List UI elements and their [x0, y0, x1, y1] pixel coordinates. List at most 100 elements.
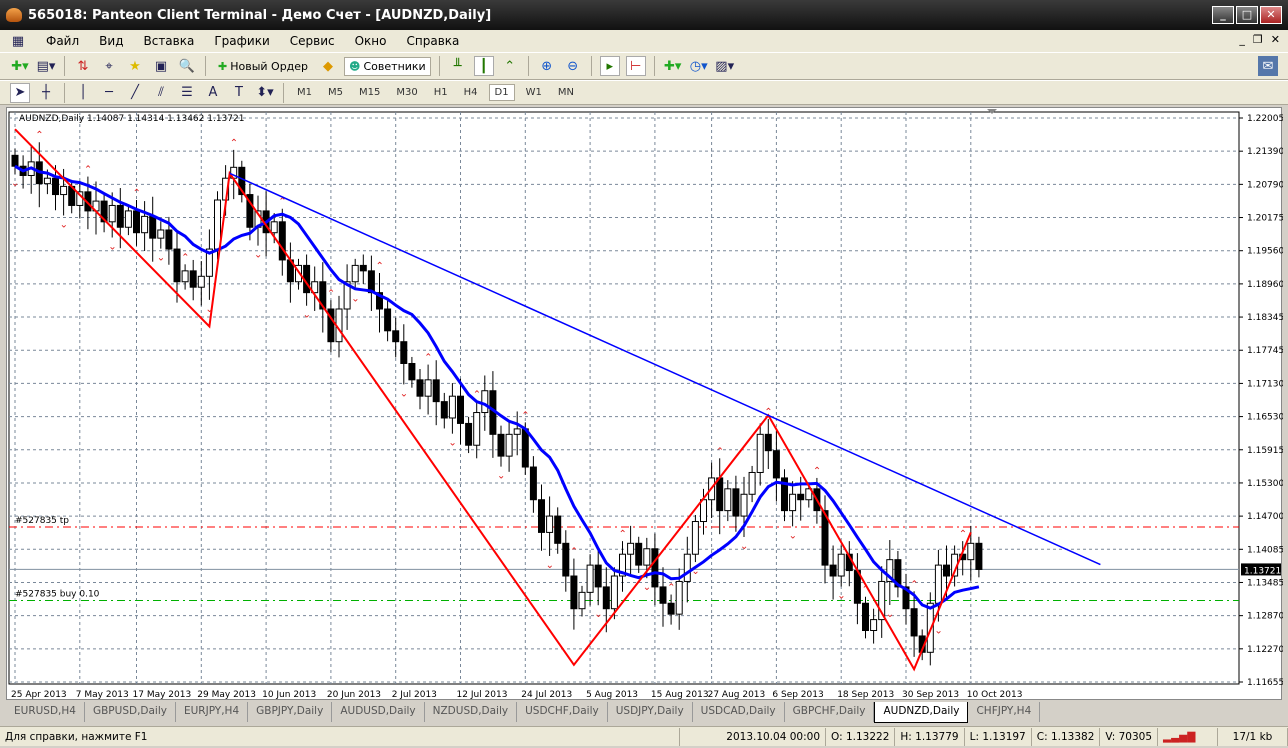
candle-bear: [862, 602, 869, 632]
zoom-out-icon[interactable]: ⊖: [563, 56, 583, 76]
timeframe-mn[interactable]: MN: [553, 85, 579, 100]
fractal-up-icon: ⌃: [376, 261, 384, 272]
chart-tab[interactable]: GBPCHF,Daily: [785, 702, 875, 722]
candle-bear: [359, 264, 367, 272]
status-time: 2013.10.04 00:00: [721, 727, 826, 746]
chart-tab[interactable]: AUDNZD,Daily: [874, 702, 969, 723]
equidistant-channel-icon[interactable]: ⫽: [151, 83, 171, 103]
crosshair-data-icon[interactable]: ⌖: [99, 56, 119, 76]
menu-window[interactable]: Окно: [353, 34, 389, 48]
x-tick-label: 15 Aug 2013: [651, 690, 709, 700]
vertical-line-icon[interactable]: │: [73, 83, 93, 103]
bar-chart-icon[interactable]: ╨: [448, 56, 468, 76]
candle-bull: [197, 275, 205, 288]
candle-bear: [538, 499, 545, 533]
new-order-icon: ✚: [218, 59, 228, 73]
mdi-close-button[interactable]: ✕: [1271, 33, 1280, 46]
timeframe-d1[interactable]: D1: [488, 84, 515, 101]
candle-bull: [756, 433, 764, 473]
chart-tab[interactable]: USDCHF,Daily: [517, 702, 608, 722]
menu-view[interactable]: Вид: [97, 34, 125, 48]
menu-insert[interactable]: Вставка: [141, 34, 196, 48]
candle-bear: [408, 362, 416, 381]
y-tick-label: 1.14700: [1247, 512, 1283, 522]
candle-bear: [497, 433, 505, 457]
menu-charts[interactable]: Графики: [212, 34, 271, 48]
tester-icon[interactable]: 🔍: [177, 56, 197, 76]
chart-tab[interactable]: USDCAD,Daily: [693, 702, 785, 722]
trendline-icon[interactable]: ╱: [125, 83, 145, 103]
experts-button[interactable]: ☻ Советники: [344, 56, 431, 76]
maximize-button[interactable]: □: [1236, 6, 1258, 24]
chart-tab[interactable]: GBPJPY,Daily: [248, 702, 333, 722]
candle-bear: [570, 575, 578, 610]
standard-toolbar: ✚▾ ▤▾ ⇅ ⌖ ★ ▣ 🔍 ✚ Новый Ордер ◆ ☻ Советник…: [0, 52, 1288, 80]
chart-tab[interactable]: AUDUSD,Daily: [332, 702, 425, 722]
candle-bear: [173, 248, 181, 283]
indicators-icon[interactable]: ✚▾: [663, 56, 683, 76]
y-tick-label: 1.14085: [1247, 545, 1283, 555]
timeframe-m15[interactable]: M15: [354, 85, 385, 100]
chart-tab[interactable]: EURJPY,H4: [176, 702, 249, 722]
periods-icon[interactable]: ◷▾: [689, 56, 709, 76]
navigator-icon[interactable]: ★: [125, 56, 145, 76]
fractal-down-icon: ⌄: [643, 582, 651, 593]
menu-tools[interactable]: Сервис: [288, 34, 337, 48]
candlestick-icon[interactable]: ┃: [473, 56, 494, 76]
mdi-restore-button[interactable]: ❐: [1253, 33, 1263, 46]
text-icon[interactable]: A: [203, 83, 223, 103]
chat-icon[interactable]: ✉: [1258, 56, 1278, 76]
minimize-button[interactable]: _: [1212, 6, 1234, 24]
candle-bear: [829, 564, 837, 577]
timeframe-w1[interactable]: W1: [521, 85, 547, 100]
connection-bars-icon: ▂▃▅▇: [1158, 727, 1218, 746]
candle-bull: [505, 433, 513, 457]
templates-icon[interactable]: ▨▾: [715, 56, 735, 76]
line-chart-icon[interactable]: ⌃: [500, 56, 520, 76]
chart-tab[interactable]: USDJPY,Daily: [608, 702, 693, 722]
status-low: L: 1.13197: [965, 727, 1032, 746]
timeframe-m30[interactable]: M30: [391, 85, 422, 100]
new-order-button[interactable]: ✚ Новый Ордер: [214, 58, 312, 75]
y-tick-label: 1.15915: [1247, 446, 1283, 456]
chart-tab[interactable]: NZDUSD,Daily: [425, 702, 518, 722]
terminal-icon[interactable]: ▣: [151, 56, 171, 76]
timeframe-h1[interactable]: H1: [429, 85, 453, 100]
profiles-icon[interactable]: ▤▾: [36, 56, 56, 76]
chart-window[interactable]: 1.22005 1.21390 1.20790 1.20175 1.19560 1.189…: [6, 107, 1284, 701]
cursor-icon[interactable]: ➤: [10, 82, 30, 103]
new-chart-icon[interactable]: ✚▾: [10, 56, 30, 76]
market-watch-icon[interactable]: ⇅: [73, 56, 93, 76]
crosshair-icon[interactable]: ┼: [36, 83, 56, 103]
chart-tab[interactable]: EURUSD,H4: [6, 702, 85, 722]
candle-bull: [789, 493, 797, 512]
chart-tab[interactable]: GBPUSD,Daily: [85, 702, 176, 722]
fractal-up-icon: ⌃: [910, 579, 918, 590]
timeframe-m1[interactable]: M1: [292, 85, 317, 100]
warning-icon[interactable]: ◆: [318, 56, 338, 76]
candle-bull: [700, 499, 707, 523]
menu-help[interactable]: Справка: [405, 34, 462, 48]
timeframe-m5[interactable]: M5: [323, 85, 348, 100]
price-chart[interactable]: 1.22005 1.21390 1.20790 1.20175 1.19560 1.189…: [7, 108, 1284, 701]
horizontal-line-icon[interactable]: ─: [99, 83, 119, 103]
chart-tab[interactable]: CHFJPY,H4: [968, 702, 1041, 722]
candle-bear: [635, 542, 643, 566]
fibonacci-icon[interactable]: ☰: [177, 83, 197, 103]
candle-bull: [473, 412, 481, 446]
fractal-down-icon: ⌄: [157, 253, 165, 264]
mdi-minimize-button[interactable]: _: [1239, 33, 1245, 46]
fractal-down-icon: ⌄: [594, 609, 602, 620]
x-tick-label: 27 Aug 2013: [708, 690, 766, 700]
close-button[interactable]: ✕: [1260, 6, 1282, 24]
menu-file[interactable]: Файл: [44, 34, 81, 48]
text-label-icon[interactable]: T: [229, 83, 249, 103]
plot-area: [8, 111, 1240, 685]
timeframe-h4[interactable]: H4: [459, 85, 483, 100]
current-price-label: 1.13721: [1244, 566, 1281, 576]
chart-shift-icon[interactable]: ⊢: [625, 56, 646, 76]
arrows-icon[interactable]: ⬍▾: [255, 83, 275, 103]
autoscroll-icon[interactable]: ▸: [599, 56, 620, 76]
experts-icon: ☻: [349, 59, 361, 73]
zoom-in-icon[interactable]: ⊕: [537, 56, 557, 76]
